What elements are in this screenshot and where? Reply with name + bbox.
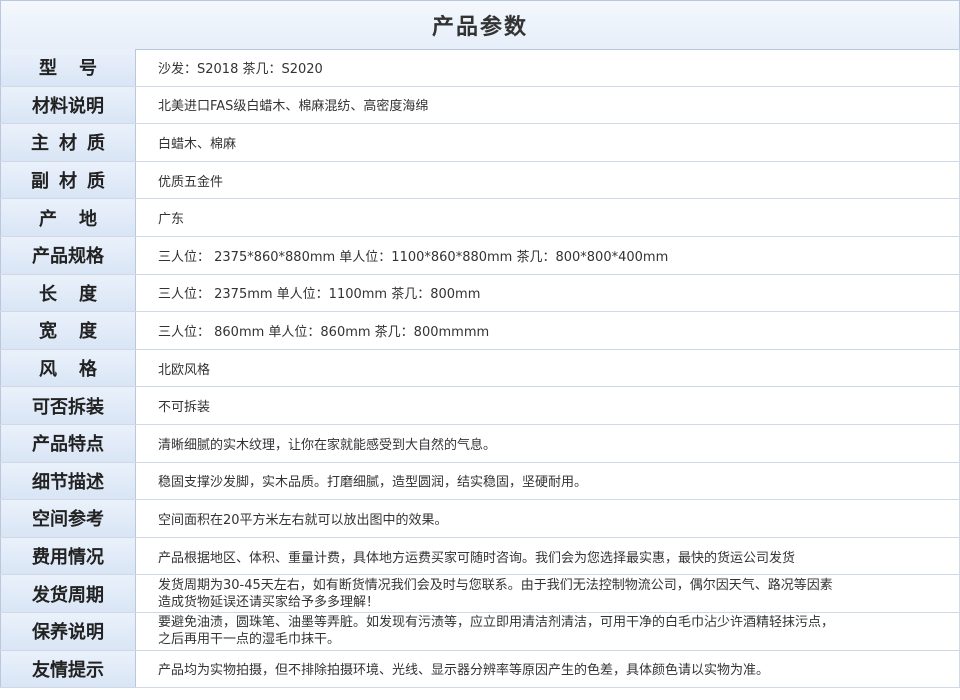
row-label: 友情提示: [0, 650, 136, 688]
row-value: 发货周期为30-45天左右，如有断货情况我们会及时与您联系。由于我们无法控制物流…: [136, 575, 960, 612]
row-value: 三人位： 860mm 单人位：860mm 茶几：800mmmm: [136, 312, 960, 349]
row-value: 优质五金件: [136, 161, 960, 199]
row-label: 型号: [0, 49, 136, 86]
row-label: 长度: [0, 274, 136, 312]
row-label: 保养说明: [0, 612, 136, 650]
row-value: 产品根据地区、体积、重量计费，具体地方运费买家可随时咨询。我们会为您选择最实惠，…: [136, 537, 960, 575]
row-value: 清晰细腻的实木纹理，让你在家就能感受到大自然的气息。: [136, 424, 960, 462]
row-value: 不可拆装: [136, 387, 960, 424]
table-row: 发货周期 发货周期为30-45天左右，如有断货情况我们会及时与您联系。由于我们无…: [0, 575, 960, 613]
table-row: 副材质 优质五金件: [0, 161, 960, 200]
row-value: 白蜡木、棉麻: [136, 124, 960, 161]
row-value: 沙发：S2018 茶几：S2020: [136, 49, 960, 86]
row-label: 宽度: [0, 312, 136, 349]
table-row: 产地 广东: [0, 199, 960, 237]
table-row: 产品特点 清晰细腻的实木纹理，让你在家就能感受到大自然的气息。: [0, 424, 960, 463]
row-value: 产品均为实物拍摄，但不排除拍摄环境、光线、显示器分辨率等原因产生的色差，具体颜色…: [136, 650, 960, 688]
row-value: 空间面积在20平方米左右就可以放出图中的效果。: [136, 500, 960, 537]
row-label: 主材质: [0, 124, 136, 161]
table-row: 保养说明 要避免油渍，圆珠笔、油墨等弄脏。如发现有污渍等，应立即用清洁剂清洁，可…: [0, 612, 960, 651]
table-row: 费用情况 产品根据地区、体积、重量计费，具体地方运费买家可随时咨询。我们会为您选…: [0, 537, 960, 576]
table-row: 友情提示 产品均为实物拍摄，但不排除拍摄环境、光线、显示器分辨率等原因产生的色差…: [0, 650, 960, 689]
row-value: 要避免油渍，圆珠笔、油墨等弄脏。如发现有污渍等，应立即用清洁剂清洁，可用干净的白…: [136, 612, 960, 650]
table-row: 材料说明 北美进口FAS级白蜡木、棉麻混纺、高密度海绵: [0, 86, 960, 125]
row-value: 北美进口FAS级白蜡木、棉麻混纺、高密度海绵: [136, 86, 960, 124]
table-row: 产品规格 三人位： 2375*860*880mm 单人位：1100*860*88…: [0, 236, 960, 275]
row-label: 费用情况: [0, 537, 136, 575]
row-value: 稳固支撑沙发脚，实木品质。打磨细腻，造型圆润，结实稳固，坚硬耐用。: [136, 462, 960, 500]
table-row: 长度 三人位： 2375mm 单人位：1100mm 茶几：800mm: [0, 274, 960, 313]
table-row: 主材质 白蜡木、棉麻: [0, 124, 960, 162]
row-label: 发货周期: [0, 575, 136, 612]
table-row: 型号 沙发：S2018 茶几：S2020: [0, 49, 960, 87]
table-row: 风格 北欧风格: [0, 349, 960, 388]
row-label: 材料说明: [0, 86, 136, 124]
row-value: 北欧风格: [136, 349, 960, 387]
title-bar: 产品参数: [0, 0, 960, 50]
table-row: 可否拆装 不可拆装: [0, 387, 960, 425]
table-row: 细节描述 稳固支撑沙发脚，实木品质。打磨细腻，造型圆润，结实稳固，坚硬耐用。: [0, 462, 960, 501]
row-label: 空间参考: [0, 500, 136, 537]
row-value: 三人位： 2375*860*880mm 单人位：1100*860*880mm 茶…: [136, 236, 960, 274]
product-parameters-sheet: 产品参数 型号 沙发：S2018 茶几：S2020 材料说明 北美进口FAS级白…: [0, 0, 960, 700]
row-label: 可否拆装: [0, 387, 136, 424]
row-label: 产地: [0, 199, 136, 236]
row-label: 产品特点: [0, 424, 136, 462]
row-label: 产品规格: [0, 236, 136, 274]
row-value: 三人位： 2375mm 单人位：1100mm 茶几：800mm: [136, 274, 960, 312]
row-label: 风格: [0, 349, 136, 387]
table-row: 空间参考 空间面积在20平方米左右就可以放出图中的效果。: [0, 500, 960, 538]
row-label: 副材质: [0, 161, 136, 199]
row-label: 细节描述: [0, 462, 136, 500]
row-value: 广东: [136, 199, 960, 236]
parameter-table: 型号 沙发：S2018 茶几：S2020 材料说明 北美进口FAS级白蜡木、棉麻…: [0, 49, 960, 689]
table-row: 宽度 三人位： 860mm 单人位：860mm 茶几：800mmmm: [0, 312, 960, 350]
page-title: 产品参数: [431, 15, 528, 40]
